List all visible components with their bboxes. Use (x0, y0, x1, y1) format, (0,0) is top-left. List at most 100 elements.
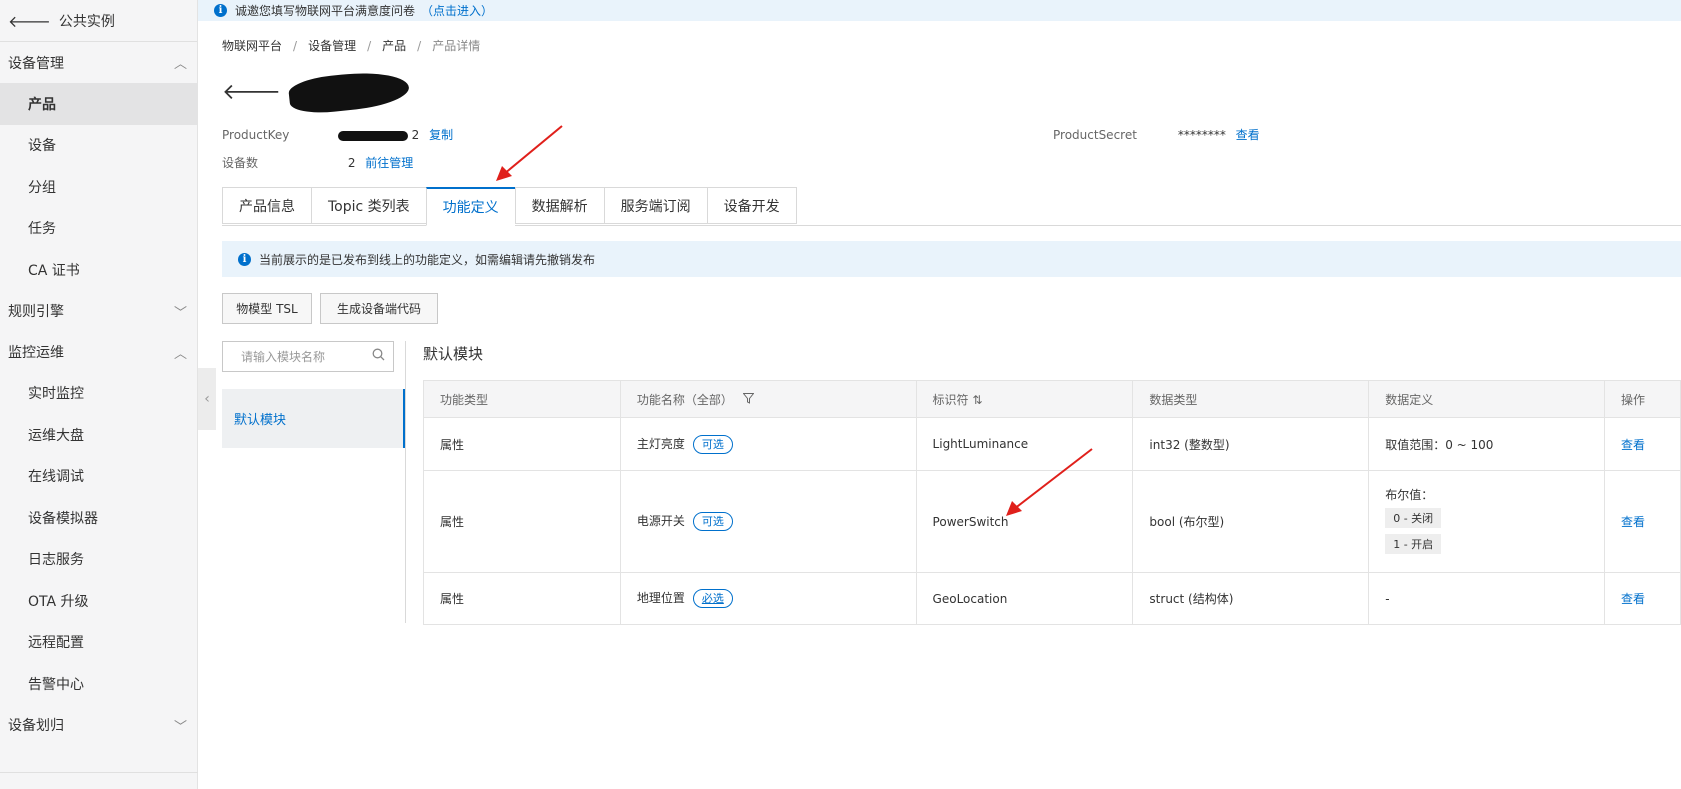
publish-notice-text: 当前展示的是已发布到线上的功能定义，如需编辑请先撤销发布 (259, 252, 596, 267)
sidebar-item-ota[interactable]: OTA 升级 (0, 580, 197, 622)
module-search-input[interactable] (239, 348, 372, 365)
cell-data-type: bool (布尔型) (1132, 470, 1370, 573)
optional-tag: 可选 (692, 512, 733, 531)
cell-identifier: GeoLocation (915, 572, 1134, 625)
sidebar-item-device[interactable]: 设备 (0, 125, 197, 167)
cell-name: 主灯亮度 可选 (619, 417, 917, 471)
product-key-row: ProductKey 2 复制 (222, 126, 453, 143)
cell-identifier: LightLuminance (915, 417, 1134, 471)
function-name: 主灯亮度 (636, 436, 685, 451)
sidebar-item-product[interactable]: 产品 (0, 83, 197, 125)
product-secret-value: ******** (1177, 128, 1226, 142)
function-name: 电源开关 (636, 514, 685, 528)
back-label: 公共实例 (58, 13, 115, 30)
tab-server-subscription[interactable]: 服务端订阅 (603, 187, 707, 224)
view-link[interactable]: 查看 (1621, 438, 1645, 452)
sidebar-group-device-assign[interactable]: 设备划归 ﹀ (0, 705, 197, 746)
survey-text: 诚邀您填写物联网平台满意度问卷 (235, 4, 416, 18)
breadcrumb-device-management[interactable]: 设备管理 (308, 39, 356, 53)
copy-product-key-link[interactable]: 复制 (429, 128, 453, 142)
tab-data-parsing[interactable]: 数据解析 (514, 187, 604, 224)
sort-icon[interactable]: ⇅ (972, 393, 982, 407)
cell-type: 属性 (423, 417, 621, 471)
sidebar-group-device-management[interactable]: 设备管理 ︿ (0, 42, 197, 83)
tab-device-development[interactable]: 设备开发 (706, 187, 797, 224)
tab-topic-list[interactable]: Topic 类列表 (311, 187, 426, 224)
product-key-label: ProductKey (222, 128, 290, 142)
survey-notice: i 诚邀您填写物联网平台满意度问卷 （点击进入） (198, 0, 1681, 21)
sidebar-item-realtime-monitor[interactable]: 实时监控 (0, 373, 197, 415)
sidebar-group-label: 监控运维 (8, 345, 64, 361)
required-tag: 必选 (692, 589, 733, 608)
breadcrumb-iot-platform[interactable]: 物联网平台 (222, 39, 282, 53)
sidebar-collapse-handle[interactable]: ‹ (198, 368, 216, 430)
cell-definition: 布尔值： 0 - 关闭 1 - 开启 (1368, 470, 1605, 573)
module-title: 默认模块 (423, 345, 484, 363)
col-function-name[interactable]: 功能名称（全部） (619, 380, 917, 418)
product-secret-row: ProductSecret ******** 查看 (1053, 126, 1260, 143)
cell-action: 查看 (1604, 572, 1681, 625)
generate-code-button[interactable]: 生成设备端代码 (320, 293, 438, 324)
breadcrumb-product[interactable]: 产品 (382, 39, 406, 53)
filter-icon[interactable] (742, 392, 755, 407)
sidebar-item-ops-dashboard[interactable]: 运维大盘 (0, 414, 197, 456)
view-link[interactable]: 查看 (1621, 515, 1645, 529)
sidebar-item-remote-config[interactable]: 远程配置 (0, 622, 197, 664)
device-count-row: 设备数 2 前往管理 (222, 154, 413, 171)
tsl-button[interactable]: 物模型 TSL (222, 293, 312, 324)
redacted-product-key (337, 130, 408, 141)
sidebar-item-online-debug[interactable]: 在线调试 (0, 456, 197, 498)
manage-devices-link[interactable]: 前往管理 (365, 156, 413, 170)
annotation-arrow-tab (496, 125, 563, 181)
sidebar-group-label: 设备管理 (8, 55, 64, 72)
cell-data-type: struct (结构体) (1132, 572, 1370, 625)
tab-function-definition[interactable]: 功能定义 (425, 187, 515, 226)
sidebar-group-monitoring[interactable]: 监控运维 ︿ (0, 332, 197, 373)
col-identifier-label: 标识符 (932, 392, 969, 407)
sidebar-footer (0, 772, 198, 789)
module-list-item-default[interactable]: 默认模块 (222, 389, 405, 448)
table-row: 属性 地理位置 必选 GeoLocation struct (结构体) - 查看 (423, 572, 1681, 625)
table-row: 属性 主灯亮度 可选 LightLuminance int32 (整数型) 取值范… (423, 417, 1681, 471)
survey-link[interactable]: （点击进入） (421, 2, 493, 19)
cell-definition: 取值范围：0 ~ 100 (1368, 417, 1605, 471)
sidebar-item-ca-cert[interactable]: CA 证书 (0, 249, 197, 291)
bool-title: 布尔值： (1385, 488, 1434, 502)
chevron-up-icon: ︿ (173, 346, 187, 362)
arrow-left-icon[interactable]: 🡐 (222, 79, 281, 105)
sidebar-item-task[interactable]: 任务 (0, 208, 197, 250)
sidebar-item-log-service[interactable]: 日志服务 (0, 539, 197, 581)
function-name: 地理位置 (636, 591, 685, 605)
col-data-type: 数据类型 (1132, 380, 1370, 418)
sidebar-group-label: 规则引擎 (8, 304, 64, 320)
sidebar-item-group[interactable]: 分组 (0, 166, 197, 208)
view-link[interactable]: 查看 (1621, 592, 1645, 606)
col-function-name-label: 功能名称（全部） (636, 392, 733, 407)
tab-product-info[interactable]: 产品信息 (222, 187, 311, 224)
info-icon: i (238, 252, 251, 266)
sidebar-group-label: 设备划归 (8, 718, 64, 734)
cell-definition: - (1368, 572, 1605, 625)
redacted-product-name (287, 67, 411, 117)
col-identifier[interactable]: 标识符 ⇅ (915, 380, 1134, 418)
sidebar: 🡐 公共实例 设备管理 ︿ 产品 设备 分组 任务 CA 证书 规则引擎 ﹀ 监… (0, 0, 198, 789)
search-icon[interactable] (372, 348, 385, 365)
cell-name: 电源开关 可选 (619, 470, 917, 573)
sidebar-group-rule-engine[interactable]: 规则引擎 ﹀ (0, 291, 197, 332)
sidebar-item-alarm-center[interactable]: 告警中心 (0, 663, 197, 705)
sidebar-item-device-simulator[interactable]: 设备模拟器 (0, 497, 197, 539)
chevron-left-icon: ‹ (204, 391, 210, 407)
bool-value-chip: 1 - 开启 (1385, 534, 1442, 554)
product-secret-label: ProductSecret (1053, 128, 1137, 142)
publish-notice: i 当前展示的是已发布到线上的功能定义，如需编辑请先撤销发布 (222, 241, 1681, 277)
cell-type: 属性 (423, 572, 621, 625)
cell-type: 属性 (423, 470, 621, 573)
cell-name: 地理位置 必选 (619, 572, 917, 625)
device-count-label: 设备数 (222, 156, 259, 170)
optional-tag: 可选 (692, 434, 733, 454)
chevron-up-icon: ︿ (173, 57, 187, 72)
view-secret-link[interactable]: 查看 (1236, 128, 1260, 142)
chevron-down-icon: ﹀ (173, 305, 187, 321)
back-to-instance[interactable]: 🡐 公共实例 (0, 0, 197, 42)
product-key-suffix: 2 (411, 128, 420, 142)
